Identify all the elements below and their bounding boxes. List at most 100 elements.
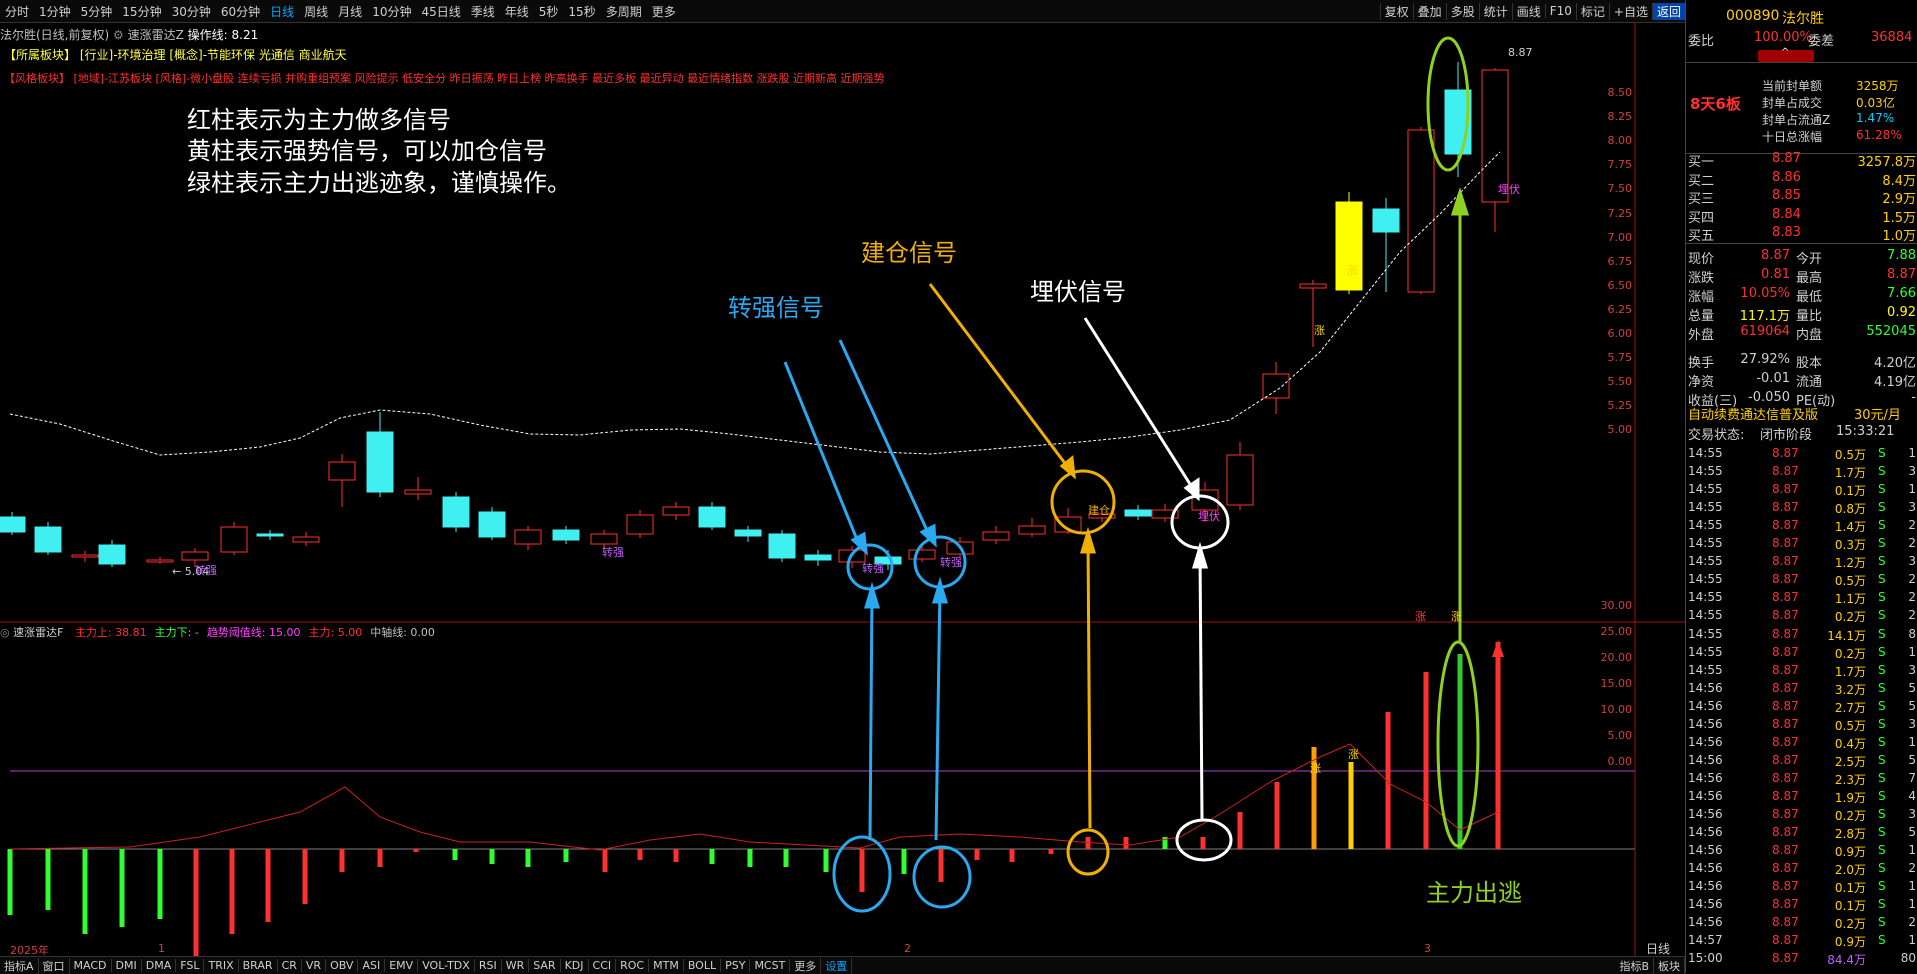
indicator-tab[interactable]: SAR bbox=[529, 959, 561, 972]
buy-level[interactable]: 买一 8.87 3257.8万 bbox=[1686, 151, 1917, 170]
indicator-tab[interactable]: PSY bbox=[721, 959, 751, 972]
tick-count: 1 bbox=[1908, 843, 1916, 858]
period-tab[interactable]: 15秒 bbox=[563, 3, 600, 20]
price-tick: 8.00 bbox=[1607, 134, 1633, 148]
tick-volume: 0.1万 bbox=[1834, 881, 1866, 896]
indicator-tab[interactable]: OBV bbox=[326, 959, 359, 972]
tick-time: 14:56 bbox=[1688, 734, 1723, 749]
lower-close-icon[interactable]: ◎ bbox=[0, 626, 10, 639]
period-tab[interactable]: 10分钟 bbox=[367, 3, 416, 20]
period-tab[interactable]: 5秒 bbox=[534, 3, 564, 20]
promo-price[interactable]: 30元/月 bbox=[1854, 404, 1901, 423]
indicator-tab[interactable]: VOL-TDX bbox=[418, 959, 475, 972]
period-label[interactable]: 日线 bbox=[1646, 940, 1670, 957]
indicator-tab[interactable]: ROC bbox=[616, 959, 650, 972]
seal-value: 3258万 bbox=[1856, 79, 1899, 93]
period-tab[interactable]: 1分钟 bbox=[34, 3, 76, 20]
lower-title[interactable]: 速涨雷达F bbox=[13, 626, 63, 639]
period-tab[interactable]: 45日线 bbox=[416, 3, 465, 20]
indicator-tab[interactable]: CR bbox=[278, 959, 302, 972]
tick-price: 8.87 bbox=[1772, 482, 1799, 497]
period-tab[interactable]: 月线 bbox=[333, 3, 367, 20]
function-tab[interactable]: +自选 bbox=[1608, 2, 1652, 20]
tick-time: 14:56 bbox=[1688, 752, 1723, 767]
period-tab[interactable]: 年线 bbox=[500, 3, 534, 20]
promo-text[interactable]: 自动续费通达信普及版 bbox=[1688, 404, 1818, 423]
tick-count: 3 bbox=[1908, 464, 1916, 479]
period-tab[interactable]: 日线 bbox=[265, 3, 299, 20]
tick-row: 14:55 8.87 0.5万 S 2 bbox=[1686, 572, 1917, 590]
buy-level[interactable]: 买二 8.86 8.4万 bbox=[1686, 170, 1917, 189]
indicator-tab[interactable]: FSL bbox=[176, 959, 205, 972]
indicator-tab[interactable]: MCST bbox=[750, 959, 791, 972]
indicator-tab[interactable]: 指标A bbox=[0, 957, 39, 974]
buy-level[interactable]: 买五 8.83 1.0万 bbox=[1686, 225, 1917, 244]
indicator-tab[interactable]: BRAR bbox=[239, 959, 278, 972]
price-tick: 6.25 bbox=[1607, 302, 1633, 316]
period-tab[interactable]: 分时 bbox=[0, 3, 34, 20]
chevron-up-icon: ^ bbox=[1781, 47, 1790, 58]
indicator-tab[interactable]: BOLL bbox=[684, 959, 722, 972]
period-tab[interactable]: 多周期 bbox=[601, 3, 647, 20]
function-tab[interactable]: F10 bbox=[1544, 4, 1576, 18]
indicator-tab[interactable]: CCI bbox=[589, 959, 617, 972]
indicator-tab[interactable]: MACD bbox=[70, 959, 112, 972]
buy-level[interactable]: 买四 8.84 1.5万 bbox=[1686, 207, 1917, 226]
function-tab[interactable]: 统计 bbox=[1478, 2, 1512, 20]
price-tick: 8.25 bbox=[1607, 110, 1633, 124]
quote-value: 0.92 bbox=[1887, 305, 1916, 320]
indicator-tab[interactable]: RSI bbox=[475, 959, 502, 972]
indicator-tab[interactable]: DMI bbox=[112, 959, 142, 972]
period-tab[interactable]: 周线 bbox=[299, 3, 333, 20]
seal-value: 1.47% bbox=[1856, 111, 1895, 125]
indicator-tab[interactable]: DMA bbox=[142, 959, 177, 972]
tick-time: 14:56 bbox=[1688, 897, 1723, 912]
function-tab[interactable]: 画线 bbox=[1511, 2, 1545, 20]
tick-count: 2 bbox=[1908, 861, 1916, 876]
indicator-tab[interactable]: WR bbox=[502, 959, 530, 972]
indicator-tab[interactable]: 窗口 bbox=[39, 957, 70, 974]
period-tab[interactable]: 季线 bbox=[466, 3, 500, 20]
quote-row: 涨跌 0.81 最高 8.87 bbox=[1686, 267, 1917, 286]
indicator-tab[interactable]: 设置 bbox=[821, 957, 853, 974]
indicator-b-tab[interactable]: 板块 bbox=[1654, 957, 1685, 974]
lower-param: 主力下: - bbox=[154, 626, 199, 639]
period-tab[interactable]: 15分钟 bbox=[117, 3, 166, 20]
tick-price: 8.87 bbox=[1772, 554, 1799, 569]
tick-time: 14:56 bbox=[1688, 788, 1723, 803]
function-tab[interactable]: 复权 bbox=[1379, 2, 1413, 20]
lower-header: ◎ 速涨雷达F 主力上: 38.81 主力下: - 趋势阈值线: 15.00 主力: … bbox=[0, 624, 435, 640]
indicator-tab[interactable]: EMV bbox=[385, 959, 419, 972]
period-tab[interactable]: 60分钟 bbox=[216, 3, 265, 20]
max-price-label: 8.87 bbox=[1508, 46, 1533, 59]
kline-chart[interactable] bbox=[0, 22, 1685, 956]
period-tab[interactable]: 30分钟 bbox=[167, 3, 216, 20]
tick-count: 3 bbox=[1908, 554, 1916, 569]
promo-row[interactable]: 自动续费通达信普及版 30元/月 bbox=[1686, 404, 1917, 423]
function-tab[interactable]: 叠加 bbox=[1412, 2, 1446, 20]
indicator-tab[interactable]: KDJ bbox=[561, 959, 589, 972]
buy-level[interactable]: 买三 8.85 2.9万 bbox=[1686, 188, 1917, 207]
tick-volume: 0.2万 bbox=[1834, 646, 1866, 661]
period-tab[interactable]: 更多 bbox=[647, 3, 681, 20]
indicator-tab[interactable]: 更多 bbox=[790, 957, 822, 974]
indicator-tab[interactable]: MTM bbox=[649, 959, 684, 972]
tick-direction: S bbox=[1878, 752, 1886, 767]
indicator-tab[interactable]: VR bbox=[302, 959, 327, 972]
expand-button[interactable]: ^ bbox=[1758, 47, 1814, 62]
period-tab[interactable]: 5分钟 bbox=[76, 3, 118, 20]
indicator-b-tab[interactable]: 指标B bbox=[1615, 957, 1654, 974]
tick-direction: S bbox=[1878, 500, 1886, 515]
function-tab[interactable]: 返回 bbox=[1651, 2, 1685, 20]
indicator-tab[interactable]: ASI bbox=[358, 959, 386, 972]
tick-direction: S bbox=[1878, 879, 1886, 894]
tick-row: 14:56 8.87 2.7万 S 5 bbox=[1686, 699, 1917, 717]
quote-value: 8.87 bbox=[1761, 248, 1790, 263]
tick-time: 14:55 bbox=[1688, 464, 1723, 479]
tick-price: 8.87 bbox=[1772, 951, 1799, 966]
function-tab[interactable]: 多股 bbox=[1445, 2, 1479, 20]
candle-body bbox=[1372, 208, 1400, 233]
function-tab[interactable]: 标记 bbox=[1575, 2, 1609, 20]
indicator-tab[interactable]: TRIX bbox=[204, 959, 239, 972]
tick-count: 3 bbox=[1908, 807, 1916, 821]
